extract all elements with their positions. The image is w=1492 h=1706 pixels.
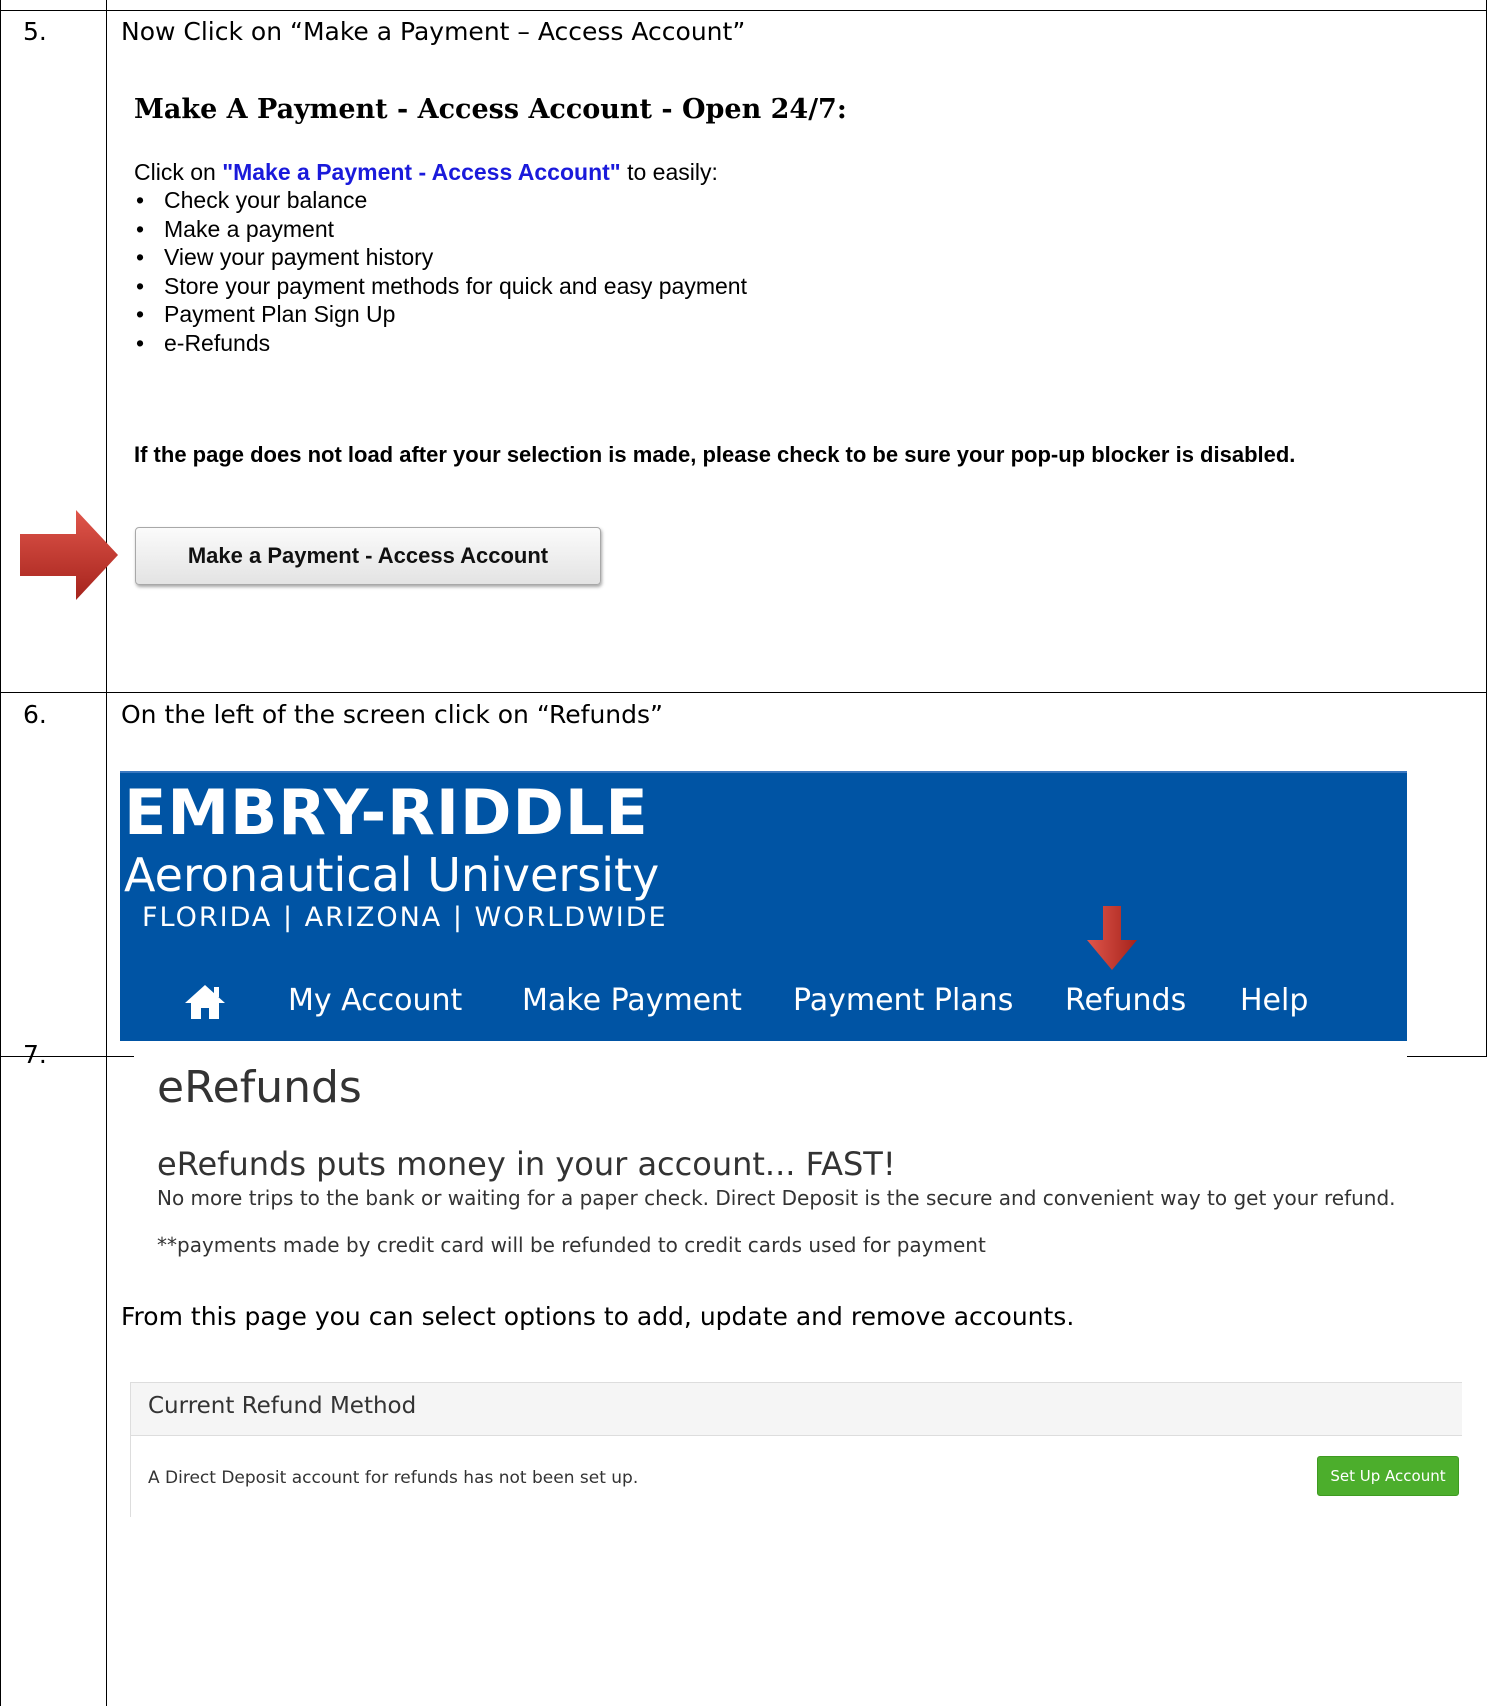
erefunds-description: No more trips to the bank or waiting for… <box>157 1186 1396 1210</box>
banner-top-bar <box>120 771 1407 773</box>
table-border-left <box>0 0 1 1706</box>
refund-method-panel: Current Refund Method A Direct Deposit a… <box>130 1382 1462 1517</box>
nav-help[interactable]: Help <box>1240 971 1308 1031</box>
home-icon[interactable] <box>183 983 227 1021</box>
brand-campuses: FLORIDA | ARIZONA | WORLDWIDE <box>142 902 668 933</box>
step-number: 7. <box>23 1040 47 1069</box>
bullet-icon: • <box>136 244 145 270</box>
feature-list: • Check your balance • Make a payment • Vie… <box>136 186 747 357</box>
arrow-down-icon <box>1087 906 1137 970</box>
step-number: 6. <box>23 700 47 729</box>
intro-suffix: to easily: <box>620 159 718 185</box>
document-page: 5. Now Click on “Make a Payment – Access… <box>0 0 1492 1706</box>
payment-heading: Make A Payment - Access Account - Open 2… <box>134 94 847 125</box>
list-item: • Check your balance <box>136 186 747 215</box>
bullet-icon: • <box>136 329 145 356</box>
arrow-right-icon <box>20 510 118 600</box>
list-item-text: View your payment history <box>164 244 434 270</box>
list-item-text: Store your payment methods for quick and… <box>164 272 747 299</box>
panel-title: Current Refund Method <box>148 1393 417 1419</box>
row-divider-5-6 <box>0 692 1487 693</box>
set-up-account-button[interactable]: Set Up Account <box>1317 1456 1459 1496</box>
panel-message: A Direct Deposit account for refunds has… <box>148 1468 639 1488</box>
erefunds-subtitle: eRefunds puts money in your account... F… <box>157 1145 896 1183</box>
payment-intro: Click on "Make a Payment - Access Accoun… <box>134 159 718 186</box>
list-item: • Payment Plan Sign Up <box>136 300 747 329</box>
row-divider-6-7-left <box>0 1056 134 1057</box>
university-banner: EMBRY-RIDDLE Aeronautical University FLO… <box>120 771 1407 1041</box>
popup-warning: If the page does not load after your sel… <box>134 442 1296 467</box>
list-item: • View your payment history <box>136 243 747 272</box>
credit-card-note: **payments made by credit card will be r… <box>157 1233 986 1257</box>
main-nav: My Account Make Payment Payment Plans Re… <box>120 971 1407 1031</box>
bullet-icon: • <box>136 187 145 213</box>
list-item-text: Payment Plan Sign Up <box>164 301 396 327</box>
erefunds-title: eRefunds <box>157 1062 362 1113</box>
list-item: • Make a payment <box>136 215 747 244</box>
intro-link[interactable]: "Make a Payment - Access Account" <box>222 159 620 185</box>
page-options-text: From this page you can select options to… <box>121 1302 1075 1331</box>
list-item: • Store your payment methods for quick an… <box>136 272 747 301</box>
list-item: • e-Refunds <box>136 329 747 358</box>
list-item-text: e-Refunds <box>164 329 271 356</box>
panel-header: Current Refund Method <box>131 1383 1462 1436</box>
intro-prefix: Click on <box>134 159 223 185</box>
bullet-icon: • <box>136 215 145 242</box>
bullet-icon: • <box>136 272 145 299</box>
nav-my-account[interactable]: My Account <box>288 971 462 1031</box>
make-payment-button[interactable]: Make a Payment - Access Account <box>135 527 601 585</box>
list-item-text: Make a payment <box>164 215 335 242</box>
nav-refunds[interactable]: Refunds <box>1065 971 1186 1031</box>
bullet-icon: • <box>136 301 145 327</box>
nav-make-payment[interactable]: Make Payment <box>522 971 742 1031</box>
nav-payment-plans[interactable]: Payment Plans <box>793 971 1013 1031</box>
brand-subtitle: Aeronautical University <box>124 848 660 902</box>
table-border-right <box>1486 0 1487 1057</box>
row-divider-6-7-right <box>1407 1056 1487 1057</box>
list-item-text: Check your balance <box>164 187 368 213</box>
table-border-top <box>0 10 1487 11</box>
brand-name: EMBRY-RIDDLE <box>124 776 649 849</box>
step-instruction: On the left of the screen click on “Refu… <box>121 700 663 729</box>
table-border-divider <box>106 0 107 1706</box>
step-number: 5. <box>23 17 47 46</box>
step-instruction: Now Click on “Make a Payment – Access Ac… <box>121 17 746 46</box>
